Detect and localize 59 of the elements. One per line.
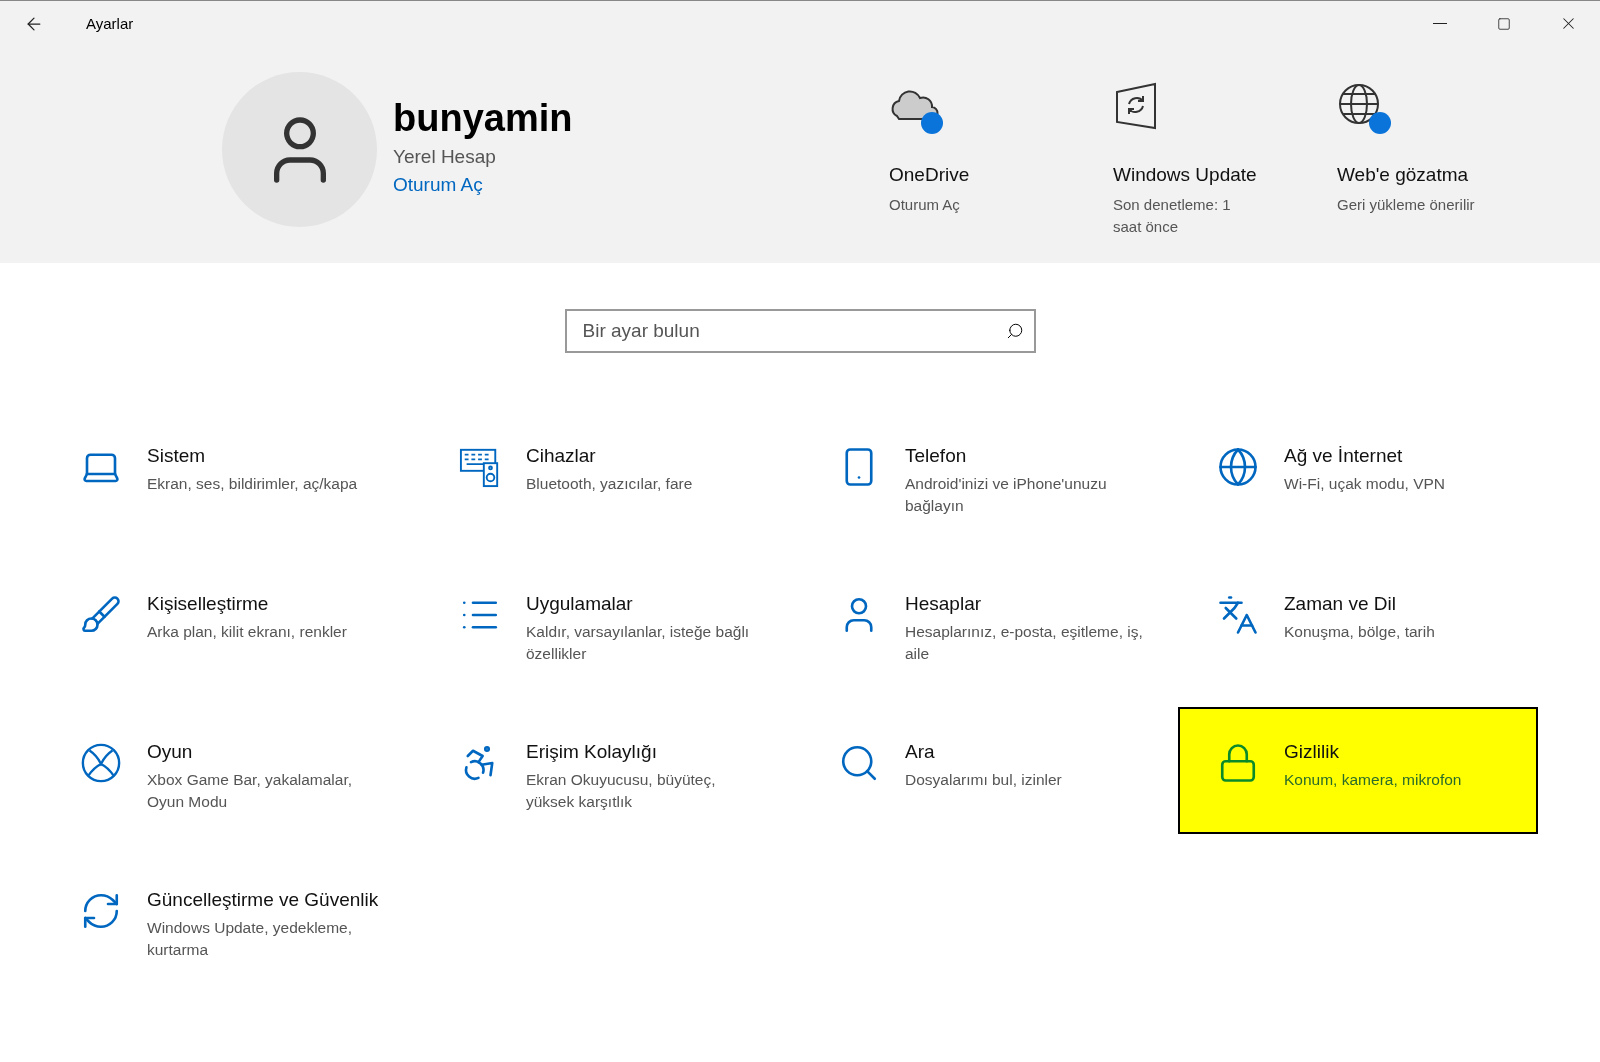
category-title: Cihazlar bbox=[526, 445, 597, 467]
category-description: Xbox Game Bar, yakalamalar, Oyun Modu bbox=[147, 770, 354, 812]
category-description: Ekran Okuyucusu, büyüteç, yüksek karşıtlık bbox=[526, 770, 717, 812]
category-title: Erişim Kolaylığı bbox=[526, 741, 658, 763]
settings-category[interactable]: Kişiselleştirme Arka plan, kilit ekranı, renkler bbox=[41, 559, 401, 686]
category-title: Uygulamalar bbox=[526, 593, 634, 615]
settings-category[interactable]: Sistem Ekran, ses, bildirimler, aç/kapa bbox=[41, 411, 401, 538]
account-name: bunyamin bbox=[393, 97, 573, 140]
category-title: Hesaplar bbox=[905, 593, 983, 615]
settings-category[interactable]: Ağ ve İnternet Wi-Fi, uçak modu, VPN bbox=[1178, 411, 1538, 538]
status-card[interactable]: OneDrive Oturum Aç bbox=[889, 46, 1113, 263]
settings-category[interactable]: Güncelleştirme ve Güvenlik Windows Update, yedekleme, kurtarma bbox=[41, 855, 401, 982]
search-field[interactable]: Bir ayar bulun bbox=[564, 309, 1036, 353]
category-description: Hesaplarınız, e-posta, eşitleme, iş, aile bbox=[905, 622, 1144, 664]
status-card[interactable]: Web'e gözatma Geri yükleme önerilir bbox=[1337, 46, 1561, 263]
category-description: Konum, kamera, mikrofon bbox=[1284, 770, 1462, 790]
settings-category[interactable]: Ara Dosyalarımı bul, izinler bbox=[799, 707, 1159, 834]
settings-category[interactable]: Uygulamalar Kaldır, varsayılanlar, isteğe bağlı özellikler bbox=[420, 559, 780, 686]
settings-category[interactable]: Hesaplar Hesaplarınız, e-posta, eşitleme, iş, aile bbox=[799, 559, 1159, 686]
status-card[interactable]: Windows Update Son denetleme: 1 saat önce bbox=[1113, 46, 1337, 263]
category-description: Kaldır, varsayılanlar, isteğe bağlı özellikler bbox=[526, 622, 751, 664]
card-subtitle: Oturum Aç bbox=[889, 195, 961, 215]
settings-category[interactable]: Oyun Xbox Game Bar, yakalamalar, Oyun Modu bbox=[41, 707, 401, 834]
settings-category[interactable]: Gizlilik Konum, kamera, mikrofon bbox=[1178, 707, 1538, 834]
category-description: Konuşma, bölge, tarih bbox=[1284, 622, 1435, 642]
card-subtitle: Son denetleme: 1 saat önce bbox=[1113, 195, 1232, 237]
category-title: Ağ ve İnternet bbox=[1284, 445, 1404, 467]
category-title: Kişiselleştirme bbox=[147, 593, 270, 615]
category-description: Ekran, ses, bildirimler, aç/kapa bbox=[147, 474, 358, 494]
account-type: Yerel Hesap bbox=[393, 146, 496, 168]
card-subtitle: Geri yükleme önerilir bbox=[1337, 195, 1476, 215]
window-title: Ayarlar bbox=[86, 15, 135, 32]
category-description: Bluetooth, yazıcılar, fare bbox=[526, 474, 693, 494]
category-icon bbox=[1216, 593, 1260, 637]
search-icon bbox=[1005, 322, 1024, 340]
card-title: OneDrive bbox=[889, 164, 970, 186]
settings-category[interactable]: Telefon Android'inizi ve iPhone'unuzu bağlayın bbox=[799, 411, 1159, 538]
category-title: Gizlilik bbox=[1284, 741, 1340, 763]
settings-category[interactable]: Erişim Kolaylığı Ekran Okuyucusu, büyüteç, yüksek karşıtlık bbox=[420, 707, 780, 834]
category-description: Arka plan, kilit ekranı, renkler bbox=[147, 622, 347, 642]
category-icon bbox=[1216, 445, 1260, 489]
category-title: Telefon bbox=[905, 445, 968, 467]
card-title: Windows Update bbox=[1113, 164, 1257, 186]
sign-in-link[interactable]: Oturum Aç bbox=[393, 174, 483, 196]
settings-category[interactable]: Cihazlar Bluetooth, yazıcılar, fare bbox=[420, 411, 780, 538]
maximize-icon bbox=[1497, 16, 1511, 31]
category-title: Zaman ve Dil bbox=[1284, 593, 1397, 615]
card-title: Web'e gözatma bbox=[1337, 164, 1469, 186]
category-title: Güncelleştirme ve Güvenlik bbox=[147, 889, 380, 911]
category-description: Dosyalarımı bul, izinler bbox=[905, 770, 1062, 790]
category-title: Oyun bbox=[147, 741, 194, 763]
settings-category[interactable]: Zaman ve Dil Konuşma, bölge, tarih bbox=[1178, 559, 1538, 686]
category-description: Windows Update, yedekleme, kurtarma bbox=[147, 918, 354, 960]
minimize-icon bbox=[1433, 23, 1447, 24]
category-title: Sistem bbox=[147, 445, 207, 467]
category-title: Ara bbox=[905, 741, 936, 763]
category-description: Android'inizi ve iPhone'unuzu bağlayın bbox=[905, 474, 1108, 516]
category-description: Wi-Fi, uçak modu, VPN bbox=[1284, 474, 1446, 494]
category-icon bbox=[79, 741, 123, 785]
